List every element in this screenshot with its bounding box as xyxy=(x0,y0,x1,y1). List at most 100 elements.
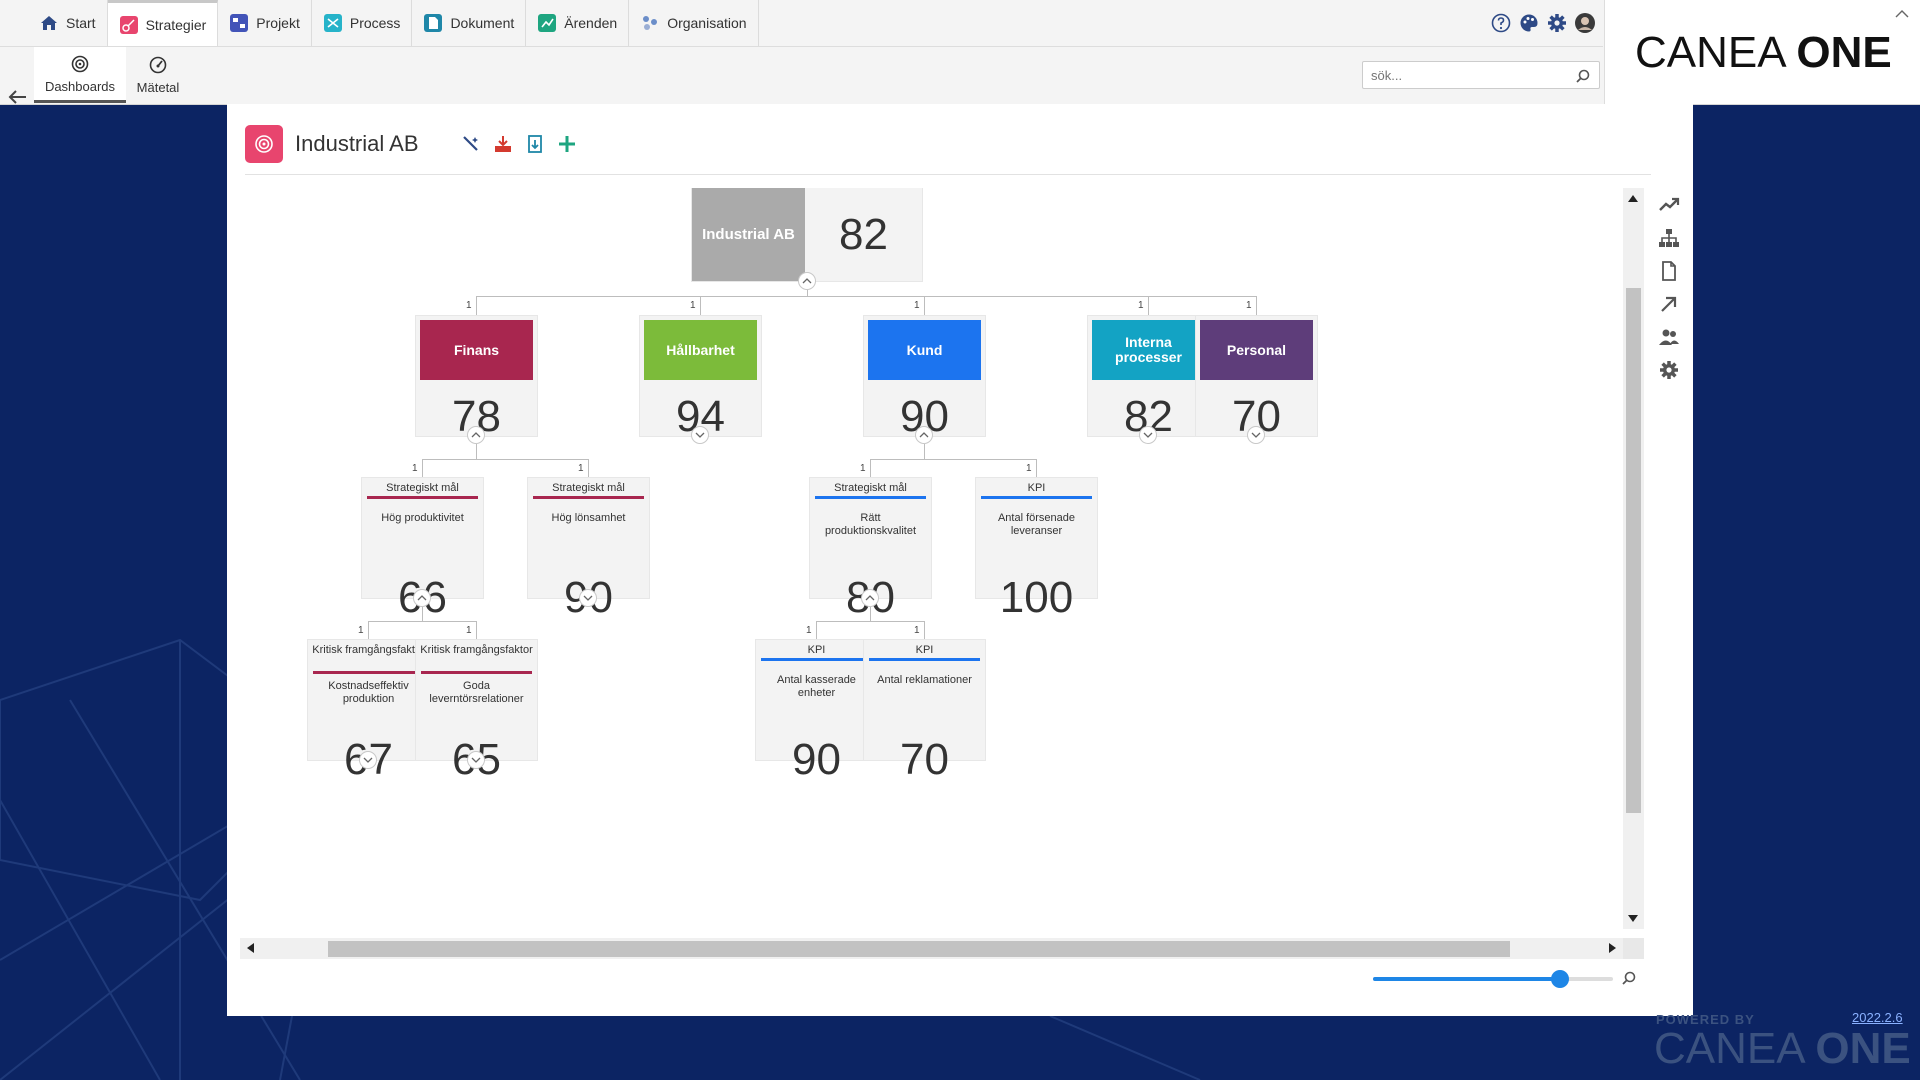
node-color-bar xyxy=(533,496,644,499)
process-icon xyxy=(323,13,343,33)
tree-edge xyxy=(816,621,817,640)
nav-tab-arenden[interactable]: Ärenden xyxy=(526,0,630,46)
vertical-scrollbar[interactable] xyxy=(1623,188,1644,929)
document-icon[interactable] xyxy=(1658,260,1680,282)
subtab-matetal[interactable]: Mätetal xyxy=(128,47,188,103)
collapse-toggle[interactable] xyxy=(467,426,485,444)
tree-node-hog-produktivitet[interactable]: Strategiskt mål Hög produktivitet 66 xyxy=(362,478,483,620)
node-label: Finans xyxy=(420,320,533,380)
back-arrow-icon[interactable] xyxy=(6,85,30,109)
wand-icon[interactable] xyxy=(461,134,481,154)
tree-edge xyxy=(422,459,588,460)
collapse-header-icon[interactable] xyxy=(1895,6,1909,24)
gauge-icon xyxy=(148,55,168,75)
tree-node-interna-processer[interactable]: Interna processer 82 xyxy=(1088,316,1209,439)
zoom-icon[interactable] xyxy=(1621,970,1637,991)
nav-tab-process[interactable]: Process xyxy=(312,0,413,46)
arrow-up-right-icon[interactable] xyxy=(1658,293,1680,315)
tree-edge xyxy=(924,444,925,459)
horizontal-scroll-thumb[interactable] xyxy=(328,941,1510,957)
expand-toggle[interactable] xyxy=(1247,426,1265,444)
node-type: Strategiskt mål xyxy=(386,482,459,494)
node-label: Personal xyxy=(1200,320,1313,380)
edge-weight: 1 xyxy=(466,625,472,636)
nav-tab-projekt[interactable]: Projekt xyxy=(218,0,312,46)
tree-node-ratt-produktionskvalitet[interactable]: Strategiskt mål Rätt produktionskvalitet… xyxy=(810,478,931,620)
expand-toggle[interactable] xyxy=(1139,426,1157,444)
tree-root-node[interactable]: Industrial AB 82 xyxy=(692,188,922,281)
zoom-slider[interactable] xyxy=(1373,970,1613,988)
strategy-icon xyxy=(119,15,139,35)
tree-node-goda-leverantorsrelationer[interactable]: Kritisk framgångsfaktor Goda leverntörsr… xyxy=(416,640,537,782)
subtab-dashboards[interactable]: Dashboards xyxy=(34,47,126,103)
node-type: Kritisk framgångsfaktor xyxy=(312,644,425,656)
canea-one-logo: CANEA ONE xyxy=(1635,28,1892,78)
scroll-down-arrow[interactable] xyxy=(1628,915,1638,922)
tree-edge xyxy=(476,444,477,459)
nav-tab-organisation[interactable]: Organisation xyxy=(629,0,759,46)
node-type: Kritisk framgångsfaktor xyxy=(420,644,533,656)
tree-edge xyxy=(700,296,701,316)
nav-tab-dokument[interactable]: Dokument xyxy=(412,0,527,46)
node-label: Antal reklamationer xyxy=(877,674,972,686)
document-icon xyxy=(423,13,443,33)
scrollbar-corner xyxy=(1623,938,1644,959)
zoom-slider-handle[interactable] xyxy=(1551,970,1570,988)
tree-node-hog-lonsamhet[interactable]: Strategiskt mål Hög lönsamhet 90 xyxy=(528,478,649,620)
tree-edge xyxy=(476,296,477,316)
collapse-toggle[interactable] xyxy=(798,272,816,290)
tree-node-hallbarhet[interactable]: Hållbarhet 94 xyxy=(640,316,761,439)
settings-icon[interactable] xyxy=(1658,359,1680,381)
subtab-label: Dashboards xyxy=(44,78,116,94)
target-icon xyxy=(245,125,283,163)
home-icon xyxy=(39,13,59,33)
scroll-up-arrow[interactable] xyxy=(1628,195,1638,202)
node-type: KPI xyxy=(807,644,826,656)
vertical-scroll-thumb[interactable] xyxy=(1626,288,1641,813)
expand-toggle[interactable] xyxy=(691,426,709,444)
collapse-toggle[interactable] xyxy=(413,589,431,607)
node-label: Goda leverntörsrelationer xyxy=(429,680,524,705)
export-icon[interactable] xyxy=(525,134,545,154)
search-input[interactable] xyxy=(1369,62,1573,88)
tree-edge xyxy=(422,459,423,478)
node-type: Strategiskt mål xyxy=(834,482,907,494)
nav-tab-strategier[interactable]: Strategier xyxy=(107,0,219,46)
panel-header: Industrial AB xyxy=(245,125,577,163)
settings-gear-icon[interactable] xyxy=(1546,12,1568,34)
expand-toggle[interactable] xyxy=(467,751,485,769)
trend-icon[interactable] xyxy=(1658,194,1680,216)
help-icon[interactable] xyxy=(1490,12,1512,34)
add-icon[interactable] xyxy=(557,134,577,154)
tree-node-antal-forsenade-leveranser[interactable]: KPI Antal försenade leveranser 100 xyxy=(976,478,1097,620)
horizontal-scrollbar[interactable] xyxy=(240,938,1623,959)
tree-node-kund[interactable]: Kund 90 xyxy=(864,316,985,439)
collapse-toggle[interactable] xyxy=(915,426,933,444)
expand-toggle[interactable] xyxy=(579,589,597,607)
hierarchy-icon[interactable] xyxy=(1658,227,1680,249)
nav-tab-label: Process xyxy=(349,15,401,31)
collapse-toggle[interactable] xyxy=(861,589,879,607)
version-link[interactable]: 2022.2.6 xyxy=(1852,1010,1903,1025)
nav-tab-start[interactable]: Start xyxy=(28,0,108,46)
tree-edge xyxy=(870,459,1036,460)
nav-tab-label: Strategier xyxy=(145,16,207,33)
scroll-left-arrow[interactable] xyxy=(247,943,254,953)
tree-node-finans[interactable]: Finans 78 xyxy=(416,316,537,439)
tree-node-kostnadseffektiv-produktion[interactable]: Kritisk framgångsfaktor Kostnadseffektiv… xyxy=(308,640,429,782)
tree-node-personal[interactable]: Personal 70 xyxy=(1196,316,1317,439)
tree-edge xyxy=(924,621,925,640)
edge-weight: 1 xyxy=(1138,300,1144,311)
tree-edge xyxy=(870,459,871,478)
expand-toggle[interactable] xyxy=(359,751,377,769)
users-icon[interactable] xyxy=(1658,326,1680,348)
edge-weight: 1 xyxy=(358,625,364,636)
user-avatar[interactable] xyxy=(1574,12,1596,34)
tree-node-antal-kasserade-enheter[interactable]: KPI Antal kasserade enheter 90 xyxy=(756,640,877,782)
search-icon[interactable] xyxy=(1575,68,1591,89)
tree-node-antal-reklamationer[interactable]: KPI Antal reklamationer 70 xyxy=(864,640,985,782)
palette-icon[interactable] xyxy=(1518,12,1540,34)
scroll-right-arrow[interactable] xyxy=(1609,943,1616,953)
node-label: Rätt produktionskvalitet xyxy=(824,512,917,537)
download-icon[interactable] xyxy=(493,134,513,154)
